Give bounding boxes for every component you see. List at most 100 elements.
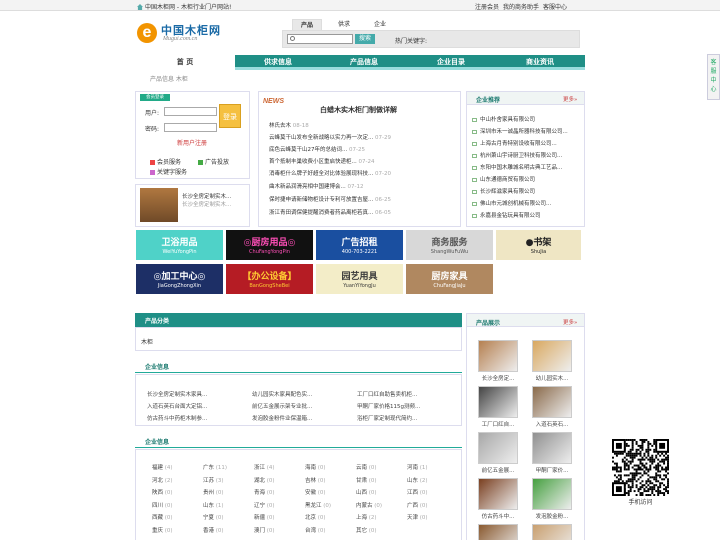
product-image[interactable] bbox=[532, 432, 572, 464]
region-item[interactable]: 浙江 (4) bbox=[254, 463, 275, 471]
register-link[interactable]: 新用户注册 bbox=[177, 138, 207, 147]
category-item[interactable]: 木柜 bbox=[141, 337, 153, 346]
recommend-item[interactable]: 深圳市禾一诚晶所器科技有限公司... bbox=[472, 127, 568, 135]
ad-service[interactable]: 广告投放 bbox=[198, 157, 229, 166]
region-item[interactable]: 山东 (1) bbox=[203, 501, 224, 509]
company-item[interactable]: 幼儿园实木家具配色实... bbox=[252, 390, 312, 398]
news-item[interactable]: 曲木新品润滑亮相中国建博会... 07-12 bbox=[269, 182, 363, 190]
product-image[interactable] bbox=[532, 386, 572, 418]
region-item[interactable]: 云南 (0) bbox=[356, 463, 377, 471]
region-item[interactable]: 安徽 (0) bbox=[305, 488, 326, 496]
region-item[interactable]: 黑龙江 (0) bbox=[305, 501, 331, 509]
nav-companies[interactable]: 企业目录 bbox=[407, 55, 495, 70]
region-item[interactable]: 西藏 (0) bbox=[152, 513, 173, 521]
recommend-item[interactable]: 杭州萧山宇诗厨卫科技有限公司... bbox=[472, 151, 562, 159]
product-caption[interactable]: 入道石英石... bbox=[530, 420, 574, 428]
region-item[interactable]: 其它 (0) bbox=[356, 526, 377, 534]
region-item[interactable]: 湖北 (0) bbox=[254, 476, 275, 484]
ad-banner[interactable]: 广告招租 400-703-2221 bbox=[316, 230, 403, 260]
search-button[interactable]: 搜索 bbox=[355, 34, 375, 44]
product-image[interactable] bbox=[532, 340, 572, 372]
region-item[interactable]: 四川 (0) bbox=[152, 501, 173, 509]
ad-banner[interactable]: 厨房家具 ChuFangJiaJu bbox=[406, 264, 493, 294]
search-tab-product[interactable]: 产品 bbox=[292, 19, 322, 30]
product-image[interactable] bbox=[478, 386, 518, 418]
company-item[interactable]: 长沙全房定制实木家具... bbox=[147, 390, 207, 398]
business-assistant-link[interactable]: 我的商务助手 bbox=[503, 4, 539, 11]
search-input[interactable] bbox=[287, 34, 353, 44]
region-item[interactable]: 广西 (0) bbox=[407, 501, 428, 509]
recommend-item[interactable]: 东阳中国木雕城名明古典工艺品... bbox=[472, 163, 562, 171]
recommend-item[interactable]: 长沙辉滋家具有限公司 bbox=[472, 187, 535, 195]
news-item[interactable]: 云峰莫干山发布全新战略以实力再一次定... 07-29 bbox=[269, 133, 391, 141]
region-item[interactable]: 海南 (0) bbox=[305, 463, 326, 471]
region-item[interactable]: 上海 (2) bbox=[356, 513, 377, 521]
recommend-item[interactable]: 上海古月青特别设收有限公司... bbox=[472, 139, 557, 147]
company-item[interactable]: 浴柜厂家定制现代简约... bbox=[357, 414, 417, 422]
products-more-link[interactable]: 更多» bbox=[563, 318, 577, 326]
region-item[interactable]: 香港 (0) bbox=[203, 526, 224, 534]
nav-supply[interactable]: 供求信息 bbox=[235, 55, 321, 70]
ad-banner[interactable]: 商务服务 ShangWuFuWu bbox=[406, 230, 493, 260]
company-item[interactable]: 工厂口红自助售卖机柜... bbox=[357, 390, 417, 398]
company-item[interactable]: 入道石英石台面大定铝... bbox=[147, 402, 207, 410]
ad-banner[interactable]: 【办公设备】 BanGongSheBei bbox=[226, 264, 313, 294]
promo-image[interactable] bbox=[140, 188, 178, 222]
home-icon[interactable] bbox=[137, 4, 143, 10]
login-button[interactable]: 登录 bbox=[219, 104, 241, 128]
region-item[interactable]: 山东 (2) bbox=[407, 476, 428, 484]
news-item[interactable]: 浙江青田调保健提醒消费者药品离柜若真... 06-05 bbox=[269, 208, 391, 216]
company-item[interactable]: 仿古药斗中药柜木制参... bbox=[147, 414, 207, 422]
product-image[interactable] bbox=[532, 478, 572, 510]
news-item[interactable]: 林氏去木 08-18 bbox=[269, 121, 309, 129]
region-item[interactable]: 陕西 (0) bbox=[152, 488, 173, 496]
company-item[interactable]: 甲酮厂家价格115g测频... bbox=[357, 402, 420, 410]
region-item[interactable]: 江苏 (3) bbox=[203, 476, 224, 484]
product-image[interactable] bbox=[478, 432, 518, 464]
region-item[interactable]: 内蒙古 (0) bbox=[356, 501, 382, 509]
customer-service-tab[interactable]: 客服中心 bbox=[707, 54, 720, 100]
product-image[interactable] bbox=[478, 524, 518, 540]
region-item[interactable]: 甘肃 (0) bbox=[356, 476, 377, 484]
region-item[interactable]: 北京 (0) bbox=[305, 513, 326, 521]
region-item[interactable]: 吉林 (0) bbox=[305, 476, 326, 484]
password-input[interactable] bbox=[164, 123, 217, 132]
ad-banner[interactable]: ◎厨房用品◎ ChuFangYongPin bbox=[226, 230, 313, 260]
keyword-service[interactable]: 关键字服务 bbox=[150, 167, 187, 176]
region-item[interactable]: 重庆 (0) bbox=[152, 526, 173, 534]
news-item[interactable]: 首个抵制丰巢收费小区重启快递柜... 07-24 bbox=[269, 157, 374, 165]
region-item[interactable]: 河北 (2) bbox=[152, 476, 173, 484]
product-image[interactable] bbox=[478, 340, 518, 372]
recommend-item[interactable]: 山东通德商贸有限公司 bbox=[472, 175, 535, 183]
region-item[interactable]: 广东 (11) bbox=[203, 463, 227, 471]
recommend-item[interactable]: 永嘉县金钻玩具有限公司 bbox=[472, 211, 541, 219]
region-item[interactable]: 澳门 (0) bbox=[254, 526, 275, 534]
product-caption[interactable]: 甲酮厂家价... bbox=[530, 466, 574, 474]
company-item[interactable]: 发泡胶金粉件业保温箱... bbox=[252, 414, 312, 422]
recommend-item[interactable]: 佛山市元城创机械有限公司... bbox=[472, 199, 551, 207]
ad-banner[interactable]: ◎加工中心◎ JiaGongZhongXin bbox=[136, 264, 223, 294]
recommend-more-link[interactable]: 更多» bbox=[563, 95, 577, 103]
region-item[interactable]: 河南 (1) bbox=[407, 463, 428, 471]
region-item[interactable]: 宁夏 (0) bbox=[203, 513, 224, 521]
register-link[interactable]: 注册会员 bbox=[475, 4, 499, 11]
product-caption[interactable]: 幼儿园实木... bbox=[530, 374, 574, 382]
username-input[interactable] bbox=[164, 107, 217, 116]
ad-banner[interactable]: 园艺用具 YuanYiYongJu bbox=[316, 264, 403, 294]
region-item[interactable]: 台湾 (0) bbox=[305, 526, 326, 534]
product-caption[interactable]: 长沙全房定... bbox=[476, 374, 520, 382]
region-item[interactable]: 贵州 (0) bbox=[203, 488, 224, 496]
region-item[interactable]: 江西 (0) bbox=[407, 488, 428, 496]
region-item[interactable]: 天津 (0) bbox=[407, 513, 428, 521]
ad-banner[interactable]: ●书架 ShuJia bbox=[496, 230, 581, 260]
member-service[interactable]: 会员服务 bbox=[150, 157, 181, 166]
nav-home[interactable]: 首 页 bbox=[135, 55, 235, 70]
region-item[interactable]: 辽宁 (0) bbox=[254, 501, 275, 509]
promo-title[interactable]: 长沙全房定制实木... bbox=[182, 192, 231, 200]
news-item[interactable]: 消毒柜什么牌子好超全对比体验展现科技... 07-20 bbox=[269, 169, 391, 177]
product-image[interactable] bbox=[478, 478, 518, 510]
news-headline[interactable]: 白蜡木实木柜门制做详解 bbox=[320, 105, 397, 115]
nav-news[interactable]: 商业资讯 bbox=[495, 55, 585, 70]
region-item[interactable]: 新疆 (0) bbox=[254, 513, 275, 521]
product-image[interactable] bbox=[532, 524, 572, 540]
